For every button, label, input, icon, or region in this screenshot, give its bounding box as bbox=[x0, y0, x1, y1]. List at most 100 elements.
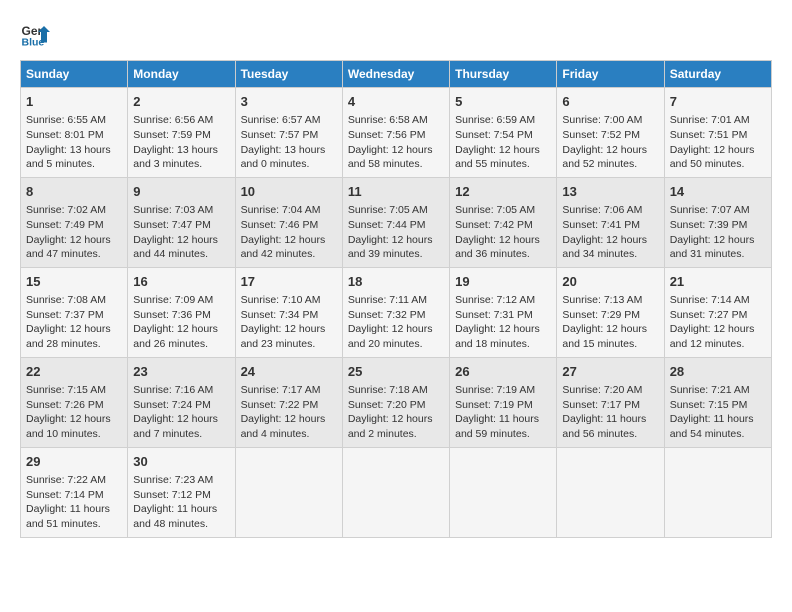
day-cell: 21Sunrise: 7:14 AMSunset: 7:27 PMDayligh… bbox=[664, 267, 771, 357]
day-info-line: and 42 minutes. bbox=[241, 247, 337, 262]
day-info-line: and 12 minutes. bbox=[670, 337, 766, 352]
day-info-line: Sunset: 7:19 PM bbox=[455, 398, 551, 413]
day-info-line: Daylight: 11 hours bbox=[26, 502, 122, 517]
day-info-line: and 2 minutes. bbox=[348, 427, 444, 442]
day-info-line: Daylight: 12 hours bbox=[455, 143, 551, 158]
day-info-line: Sunset: 7:29 PM bbox=[562, 308, 658, 323]
day-number: 23 bbox=[133, 363, 229, 381]
day-number: 21 bbox=[670, 273, 766, 291]
day-cell: 3Sunrise: 6:57 AMSunset: 7:57 PMDaylight… bbox=[235, 88, 342, 178]
day-cell: 30Sunrise: 7:23 AMSunset: 7:12 PMDayligh… bbox=[128, 447, 235, 537]
day-cell: 6Sunrise: 7:00 AMSunset: 7:52 PMDaylight… bbox=[557, 88, 664, 178]
day-info-line: Sunset: 7:12 PM bbox=[133, 488, 229, 503]
day-info-line: Sunrise: 7:21 AM bbox=[670, 383, 766, 398]
day-info-line: Daylight: 12 hours bbox=[562, 233, 658, 248]
day-info-line: Sunset: 7:27 PM bbox=[670, 308, 766, 323]
day-info-line: Sunrise: 7:05 AM bbox=[348, 203, 444, 218]
day-info-line: Sunset: 7:37 PM bbox=[26, 308, 122, 323]
day-info-line: Sunrise: 7:11 AM bbox=[348, 293, 444, 308]
day-cell: 5Sunrise: 6:59 AMSunset: 7:54 PMDaylight… bbox=[450, 88, 557, 178]
day-info-line: Daylight: 13 hours bbox=[133, 143, 229, 158]
day-cell: 2Sunrise: 6:56 AMSunset: 7:59 PMDaylight… bbox=[128, 88, 235, 178]
day-cell: 15Sunrise: 7:08 AMSunset: 7:37 PMDayligh… bbox=[21, 267, 128, 357]
day-info-line: and 55 minutes. bbox=[455, 157, 551, 172]
day-info-line: Daylight: 12 hours bbox=[133, 322, 229, 337]
day-info-line: Daylight: 12 hours bbox=[455, 322, 551, 337]
day-info-line: Sunset: 7:51 PM bbox=[670, 128, 766, 143]
day-info-line: Sunrise: 7:10 AM bbox=[241, 293, 337, 308]
col-header-tuesday: Tuesday bbox=[235, 61, 342, 88]
day-info-line: and 52 minutes. bbox=[562, 157, 658, 172]
day-info-line: and 28 minutes. bbox=[26, 337, 122, 352]
day-cell: 27 Sunrise: 7:20 AMSunset: 7:17 PMDayligh… bbox=[557, 357, 664, 447]
day-info-line: and 54 minutes. bbox=[670, 427, 766, 442]
day-info-line: Sunrise: 6:56 AM bbox=[133, 113, 229, 128]
day-info-line: Sunset: 7:44 PM bbox=[348, 218, 444, 233]
day-info-line: Sunrise: 7:01 AM bbox=[670, 113, 766, 128]
day-info-line: and 51 minutes. bbox=[26, 517, 122, 532]
day-info-line: and 31 minutes. bbox=[670, 247, 766, 262]
svg-text:Blue: Blue bbox=[22, 37, 45, 49]
day-info-line: Sunrise: 7:20 AM bbox=[562, 383, 658, 398]
day-info-line: Sunset: 7:17 PM bbox=[562, 398, 658, 413]
day-info-line: Daylight: 12 hours bbox=[348, 143, 444, 158]
day-info-line: Sunrise: 7:17 AM bbox=[241, 383, 337, 398]
day-number: 8 bbox=[26, 183, 122, 201]
day-info-line: and 59 minutes. bbox=[455, 427, 551, 442]
day-info-line: Daylight: 12 hours bbox=[26, 412, 122, 427]
day-number: 3 bbox=[241, 93, 337, 111]
day-info-line: Sunset: 7:22 PM bbox=[241, 398, 337, 413]
day-info-line: Daylight: 13 hours bbox=[241, 143, 337, 158]
day-cell: 19Sunrise: 7:12 AMSunset: 7:31 PMDayligh… bbox=[450, 267, 557, 357]
day-info-line: Sunrise: 7:09 AM bbox=[133, 293, 229, 308]
day-info-line: and 44 minutes. bbox=[133, 247, 229, 262]
week-row-5: 29Sunrise: 7:22 AMSunset: 7:14 PMDayligh… bbox=[21, 447, 772, 537]
logo-icon: Gen Blue bbox=[20, 20, 50, 50]
day-info-line: Sunset: 7:32 PM bbox=[348, 308, 444, 323]
day-info-line: Daylight: 12 hours bbox=[241, 322, 337, 337]
week-row-1: 1Sunrise: 6:55 AMSunset: 8:01 PMDaylight… bbox=[21, 88, 772, 178]
day-info-line: and 58 minutes. bbox=[348, 157, 444, 172]
day-info-line: and 56 minutes. bbox=[562, 427, 658, 442]
day-info-line: and 23 minutes. bbox=[241, 337, 337, 352]
day-info-line: Daylight: 12 hours bbox=[562, 322, 658, 337]
col-header-thursday: Thursday bbox=[450, 61, 557, 88]
day-info-line: and 39 minutes. bbox=[348, 247, 444, 262]
day-info-line: Sunset: 7:31 PM bbox=[455, 308, 551, 323]
day-number: 27 bbox=[562, 363, 658, 381]
day-info-line: Sunset: 7:46 PM bbox=[241, 218, 337, 233]
day-number: 14 bbox=[670, 183, 766, 201]
day-info-line: Daylight: 12 hours bbox=[670, 322, 766, 337]
day-info-line: Sunset: 7:20 PM bbox=[348, 398, 444, 413]
day-number: 17 bbox=[241, 273, 337, 291]
day-number: 28 bbox=[670, 363, 766, 381]
day-info-line: Sunset: 7:42 PM bbox=[455, 218, 551, 233]
day-number: 22 bbox=[26, 363, 122, 381]
page-header: Gen Blue bbox=[20, 20, 772, 50]
day-info-line: and 34 minutes. bbox=[562, 247, 658, 262]
day-cell: 25Sunrise: 7:18 AMSunset: 7:20 PMDayligh… bbox=[342, 357, 449, 447]
day-cell: 14Sunrise: 7:07 AMSunset: 7:39 PMDayligh… bbox=[664, 177, 771, 267]
day-info-line: and 3 minutes. bbox=[133, 157, 229, 172]
day-info-line: Daylight: 11 hours bbox=[562, 412, 658, 427]
day-info-line: Daylight: 12 hours bbox=[133, 233, 229, 248]
day-info-line: Sunset: 7:39 PM bbox=[670, 218, 766, 233]
day-info-line: and 47 minutes. bbox=[26, 247, 122, 262]
day-cell bbox=[342, 447, 449, 537]
day-info-line: Sunrise: 7:06 AM bbox=[562, 203, 658, 218]
day-info-line: Daylight: 11 hours bbox=[133, 502, 229, 517]
day-cell: 7Sunrise: 7:01 AMSunset: 7:51 PMDaylight… bbox=[664, 88, 771, 178]
day-info-line: Sunrise: 6:59 AM bbox=[455, 113, 551, 128]
day-cell bbox=[557, 447, 664, 537]
calendar-table: SundayMondayTuesdayWednesdayThursdayFrid… bbox=[20, 60, 772, 538]
day-number: 11 bbox=[348, 183, 444, 201]
day-info-line: Sunset: 7:41 PM bbox=[562, 218, 658, 233]
week-row-2: 8Sunrise: 7:02 AMSunset: 7:49 PMDaylight… bbox=[21, 177, 772, 267]
day-info-line: Daylight: 12 hours bbox=[670, 233, 766, 248]
col-header-wednesday: Wednesday bbox=[342, 61, 449, 88]
day-info-line: Daylight: 12 hours bbox=[670, 143, 766, 158]
day-info-line: Sunrise: 7:02 AM bbox=[26, 203, 122, 218]
day-info-line: and 50 minutes. bbox=[670, 157, 766, 172]
day-number: 24 bbox=[241, 363, 337, 381]
day-info-line: Daylight: 11 hours bbox=[670, 412, 766, 427]
